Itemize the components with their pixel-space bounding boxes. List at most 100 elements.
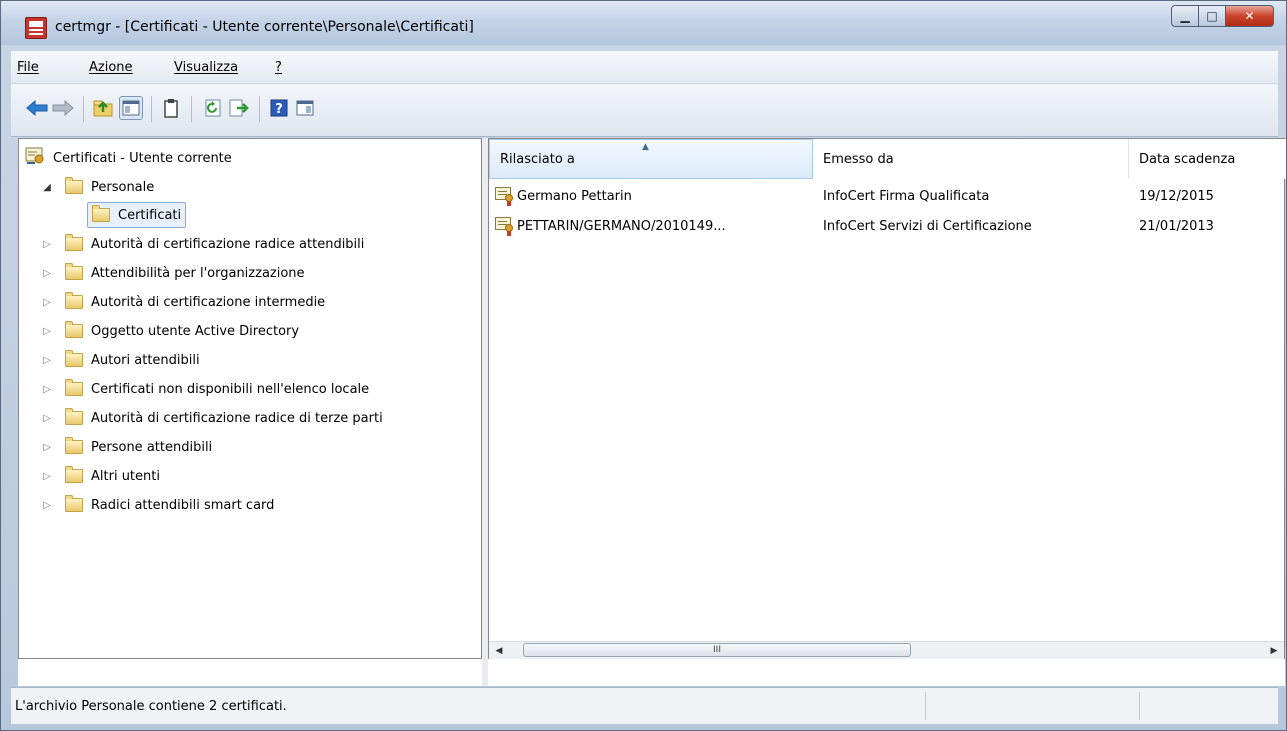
folder-icon — [92, 205, 110, 222]
tree-pane[interactable]: Certificati - Utente corrente ◢ Personal… — [18, 138, 482, 659]
tree-item-label: Oggetto utente Active Directory — [91, 323, 300, 339]
folder-icon — [65, 292, 83, 309]
certificate-icon — [495, 217, 515, 236]
folder-icon — [65, 263, 83, 280]
expiration-cell: 19/12/2015 — [1139, 188, 1214, 204]
tree-item-label: Autorità di certificazione radice di ter… — [91, 410, 383, 426]
sort-ascending-icon: ▲ — [642, 142, 649, 152]
tree-item-intermediate-ca[interactable]: ▷ Autorità di certificazione intermedie — [39, 288, 325, 316]
refresh-icon[interactable] — [201, 96, 225, 120]
title-bar[interactable]: certmgr - [Certificati - Utente corrente… — [1, 1, 1286, 45]
column-header-label: Emesso da — [823, 151, 894, 167]
status-divider — [1139, 692, 1140, 720]
folder-icon — [65, 466, 83, 483]
column-header-issued-to[interactable]: ▲ Rilasciato a — [489, 139, 813, 179]
certificate-list[interactable]: ▲ Rilasciato a Emesso da Data scadenza G… — [488, 138, 1286, 659]
tree-item-certificati[interactable]: Certificati — [87, 201, 187, 229]
expand-arrow-icon[interactable]: ▷ — [39, 297, 55, 308]
tree-item-third-party-root[interactable]: ▷ Autorità di certificazione radice di t… — [39, 404, 383, 432]
folder-icon — [65, 408, 83, 425]
issued-by-cell: InfoCert Firma Qualificata — [823, 188, 990, 204]
expand-arrow-icon[interactable]: ▷ — [39, 413, 55, 424]
caption-buttons: ▁ □ ✕ — [1171, 5, 1274, 27]
status-text: L'archivio Personale contiene 2 certific… — [15, 699, 287, 714]
tree-root[interactable]: Certificati - Utente corrente — [25, 144, 232, 172]
expand-arrow-icon[interactable]: ▷ — [39, 239, 55, 250]
issued-to-text: Germano Pettarin — [517, 188, 632, 204]
tree-item-smart-card-roots[interactable]: ▷ Radici attendibili smart card — [39, 491, 274, 519]
tree-item-label: Attendibilità per l'organizzazione — [91, 265, 305, 281]
tree-item-trusted-people[interactable]: ▷ Persone attendibili — [39, 433, 212, 461]
expand-arrow-icon[interactable]: ▷ — [39, 326, 55, 337]
help-icon[interactable]: ? — [267, 96, 291, 120]
certificate-icon — [495, 187, 515, 206]
issued-by-cell: InfoCert Servizi di Certificazione — [823, 218, 1032, 234]
folder-icon — [65, 437, 83, 454]
tree-item-label: Autori attendibili — [91, 352, 200, 368]
menu-help[interactable]: ? — [275, 60, 282, 75]
tree-item-label: Persone attendibili — [91, 439, 213, 455]
certmgr-app-icon[interactable] — [25, 17, 47, 39]
properties-pane-icon[interactable] — [293, 96, 317, 120]
tree-item-untrusted[interactable]: ▷ Certificati non disponibili nell'elenc… — [39, 375, 369, 403]
expand-arrow-icon[interactable]: ▷ — [39, 471, 55, 482]
folder-icon — [65, 495, 83, 512]
tree-item-label: Altri utenti — [91, 468, 160, 484]
status-divider — [925, 692, 926, 720]
clipboard-icon[interactable] — [159, 96, 183, 120]
expand-arrow-icon[interactable]: ▷ — [39, 384, 55, 395]
close-button[interactable]: ✕ — [1226, 5, 1274, 27]
folder-icon — [65, 234, 83, 251]
client-area: Certificati - Utente corrente ◢ Personal… — [18, 138, 1286, 686]
tree-item-enterprise-trust[interactable]: ▷ Attendibilità per l'organizzazione — [39, 259, 305, 287]
expand-arrow-icon[interactable]: ▷ — [39, 442, 55, 453]
tree-root-label: Certificati - Utente corrente — [53, 150, 232, 166]
column-header-expiration[interactable]: Data scadenza — [1129, 139, 1286, 179]
menu-bar: File Azione Visualizza ? — [11, 51, 1278, 84]
horizontal-scrollbar[interactable]: ◀ III ▶ — [489, 641, 1284, 659]
up-folder-icon[interactable] — [91, 96, 115, 120]
expand-arrow-icon[interactable]: ▷ — [39, 355, 55, 366]
tree-item-personale[interactable]: ◢ Personale — [39, 173, 154, 201]
issued-to-cell: Germano Pettarin — [495, 183, 632, 209]
forward-arrow-icon[interactable] — [51, 96, 75, 120]
issued-to-text: PETTARIN/GERMANO/2010149... — [517, 218, 726, 234]
tree-item-other-people[interactable]: ▷ Altri utenti — [39, 462, 160, 490]
svg-text:?: ? — [275, 102, 283, 117]
tree-item-label: Autorità di certificazione intermedie — [91, 294, 326, 310]
back-arrow-icon[interactable] — [25, 96, 49, 120]
menu-file[interactable]: File — [17, 60, 39, 75]
certmgr-window: certmgr - [Certificati - Utente corrente… — [0, 0, 1287, 731]
column-header-label: Data scadenza — [1139, 151, 1236, 167]
show-hide-tree-icon[interactable] — [119, 96, 143, 120]
column-header-issued-by[interactable]: Emesso da — [813, 139, 1129, 179]
expand-arrow-icon[interactable]: ▷ — [39, 500, 55, 511]
table-row[interactable]: Germano Pettarin InfoCert Firma Qualific… — [489, 183, 1284, 209]
folder-icon — [65, 177, 83, 194]
status-bar: L'archivio Personale contiene 2 certific… — [11, 687, 1278, 724]
collapse-arrow-icon[interactable]: ◢ — [39, 182, 55, 193]
tree-item-label: Certificati non disponibili nell'elenco … — [91, 381, 370, 397]
scroll-right-icon[interactable]: ▶ — [1266, 643, 1282, 658]
folder-icon — [65, 321, 83, 338]
tree-item-trusted-publishers[interactable]: ▷ Autori attendibili — [39, 346, 200, 374]
issued-to-cell: PETTARIN/GERMANO/2010149... — [495, 213, 726, 239]
tree-item-label: Autorità di certificazione radice attend… — [91, 236, 365, 252]
export-list-icon[interactable] — [227, 96, 251, 120]
table-row[interactable]: PETTARIN/GERMANO/2010149... InfoCert Ser… — [489, 213, 1284, 239]
tree-item-root-ca[interactable]: ▷ Autorità di certificazione radice atte… — [39, 230, 364, 258]
tree-item-label: Personale — [91, 179, 155, 195]
tree-item-active-directory[interactable]: ▷ Oggetto utente Active Directory — [39, 317, 299, 345]
menu-azione[interactable]: Azione — [89, 60, 133, 75]
scrollbar-thumb[interactable]: III — [523, 643, 911, 657]
scroll-left-icon[interactable]: ◀ — [491, 643, 507, 658]
minimize-button[interactable]: ▁ — [1171, 5, 1199, 27]
tree-item-label: Radici attendibili smart card — [91, 497, 275, 513]
toolbar: ? — [11, 84, 1278, 137]
certificate-store-icon — [25, 147, 45, 169]
expand-arrow-icon[interactable]: ▷ — [39, 268, 55, 279]
expiration-cell: 21/01/2013 — [1139, 218, 1214, 234]
maximize-button[interactable]: □ — [1199, 5, 1226, 27]
menu-visualizza[interactable]: Visualizza — [174, 60, 238, 75]
window-title: certmgr - [Certificati - Utente corrente… — [55, 19, 474, 35]
